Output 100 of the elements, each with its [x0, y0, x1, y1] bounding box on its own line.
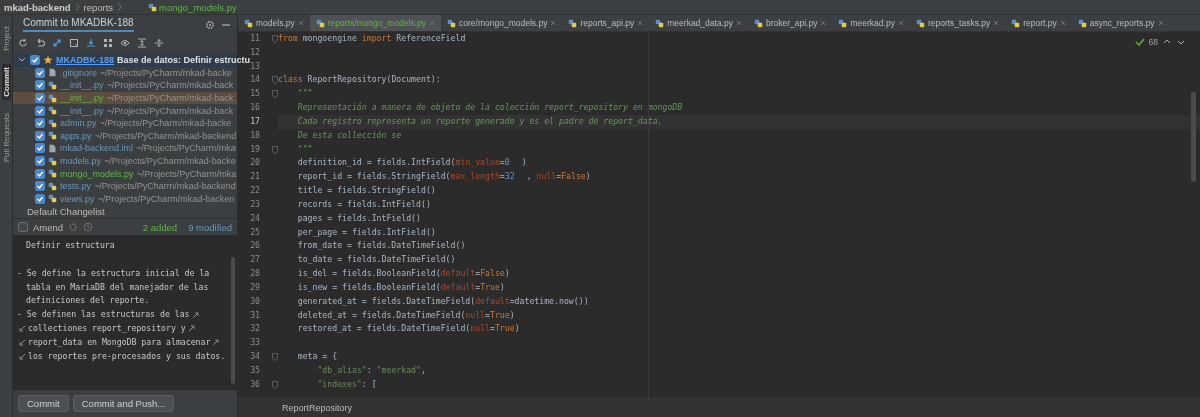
- editor-tab[interactable]: reports/mongo_models.py: [309, 15, 442, 31]
- breadcrumb-item[interactable]: mkad-backend: [4, 1, 71, 13]
- python-file-icon: [48, 181, 57, 191]
- line-number: 35: [249, 363, 261, 377]
- expand-all-icon[interactable]: [137, 38, 147, 48]
- breadcrumb-item[interactable]: reports: [83, 1, 114, 13]
- file-name: apps.py: [60, 130, 92, 141]
- changed-file-row[interactable]: mkad-backend.iml ~/Projects/PyCharm/mka: [13, 142, 237, 155]
- file-name: __init__.py: [60, 93, 104, 104]
- code-line: """: [296, 143, 313, 154]
- checkbox[interactable]: [35, 143, 45, 154]
- close-icon[interactable]: [993, 20, 1000, 26]
- fold-icon[interactable]: [272, 145, 278, 154]
- close-icon[interactable]: [1157, 20, 1164, 26]
- collapse-all-icon[interactable]: [154, 38, 164, 48]
- checkbox[interactable]: [35, 93, 45, 104]
- editor-tab[interactable]: broker_api.py: [747, 15, 833, 31]
- tool-window-tab[interactable]: Project: [1, 23, 11, 54]
- line-number: 34: [249, 350, 261, 364]
- check-icon[interactable]: [1134, 37, 1145, 47]
- message-line: Definir estructura: [26, 239, 115, 253]
- editor-tab[interactable]: reports_tasks.py: [909, 15, 1006, 31]
- file-icon: [48, 68, 57, 78]
- download-icon[interactable]: [86, 38, 96, 48]
- checkbox[interactable]: [35, 181, 45, 192]
- file-path: ~/Projects/PyCharm/mkad-back: [106, 80, 234, 91]
- chevron-right-icon: [74, 2, 80, 12]
- structure-breadcrumb[interactable]: ReportRepository: [282, 403, 353, 413]
- changed-file-row[interactable]: __init__.py ~/Projects/PyCharm/mkad-back: [13, 91, 237, 105]
- checkbox[interactable]: [35, 118, 45, 129]
- group-icon[interactable]: [103, 38, 113, 48]
- changed-file-row[interactable]: admin.py ~/Projects/PyCharm/mkad-backe: [13, 116, 237, 130]
- soft-wrap-icon: [19, 352, 26, 360]
- undo-icon[interactable]: [35, 38, 45, 48]
- settings-icon[interactable]: [68, 222, 79, 233]
- fold-icon[interactable]: [272, 76, 278, 85]
- eye-icon[interactable]: [120, 38, 130, 48]
- editor-tab[interactable]: report.py: [1005, 15, 1072, 31]
- editor-tab[interactable]: models.py: [238, 15, 310, 31]
- python-file-icon: [48, 194, 57, 204]
- close-icon[interactable]: [820, 20, 827, 26]
- fold-icon[interactable]: [272, 352, 278, 361]
- commit-button[interactable]: Commit and Push...: [72, 395, 175, 412]
- changed-file-row[interactable]: mongo_models.py ~/Projects/PyCharm/mka: [13, 167, 237, 180]
- checkbox[interactable]: [30, 55, 40, 66]
- checkbox[interactable]: [35, 80, 45, 91]
- changed-file-row[interactable]: views.py ~/Projects/PyCharm/mkad-backen: [13, 192, 237, 206]
- checkbox[interactable]: [35, 105, 45, 116]
- changed-file-row[interactable]: __init__.py ~/Projects/PyCharm/mkad-back: [13, 104, 237, 117]
- changed-file-row[interactable]: tests.py ~/Projects/PyCharm/mkad-backend: [13, 179, 237, 193]
- changed-file-row[interactable]: .gitignore ~/Projects/PyCharm/mkad-backe: [13, 66, 237, 80]
- line-number: 31: [249, 308, 261, 322]
- python-file-icon: [48, 156, 57, 166]
- python-file-icon: [915, 18, 925, 28]
- editor-tab[interactable]: meerkad.py: [832, 15, 910, 31]
- line-number: 33: [249, 336, 261, 350]
- refresh-icon[interactable]: [18, 38, 28, 48]
- tool-window-tab[interactable]: Commit: [1, 63, 11, 100]
- file-path: ~/Projects/PyCharm/mkad-backend: [94, 130, 237, 141]
- file-path: ~/Projects/PyCharm/mkad-backe: [104, 156, 236, 167]
- editor-tab[interactable]: reports_api.py: [562, 15, 650, 31]
- fold-icon[interactable]: [272, 90, 278, 99]
- changed-file-row[interactable]: apps.py ~/Projects/PyCharm/mkad-backend: [13, 129, 237, 143]
- code-line: generated_at = fields.DateTimeField(default=datetime.now()): [296, 295, 589, 306]
- history-icon[interactable]: [83, 222, 94, 233]
- scrollbar[interactable]: [1191, 92, 1196, 182]
- python-file-icon: [48, 81, 57, 90]
- editor-tab[interactable]: async_reports.py: [1071, 15, 1170, 31]
- checkbox[interactable]: [18, 222, 28, 233]
- close-icon[interactable]: [1059, 20, 1066, 26]
- breadcrumb-item[interactable]: mongo_models.py: [159, 1, 237, 13]
- line-number: 11: [249, 32, 261, 45]
- checkbox[interactable]: [35, 156, 45, 167]
- issue-link[interactable]: MKADBK-188: [56, 55, 114, 66]
- code-line: report_id = fields.StringField(max_length=32 , null=False): [296, 171, 591, 182]
- window-icon[interactable]: [69, 38, 79, 48]
- changed-file-row[interactable]: models.py ~/Projects/PyCharm/mkad-backe: [13, 154, 237, 168]
- code-line: meta = {: [296, 351, 338, 362]
- editor-tab[interactable]: meerkad_data.py: [649, 15, 748, 31]
- settings-icon[interactable]: [205, 19, 215, 30]
- close-icon[interactable]: [550, 20, 557, 26]
- scrollbar[interactable]: [231, 257, 235, 384]
- checkbox[interactable]: [35, 130, 45, 141]
- changed-file-row[interactable]: __init__.py ~/Projects/PyCharm/mkad-back: [13, 79, 237, 92]
- close-icon[interactable]: [897, 20, 904, 26]
- message-line: collectiones report_repository y: [28, 321, 186, 335]
- fold-icon[interactable]: [272, 34, 278, 43]
- close-icon[interactable]: [637, 20, 644, 26]
- editor-tab[interactable]: core/mongo_models.py: [441, 15, 563, 31]
- checkbox[interactable]: [35, 168, 45, 179]
- fold-icon[interactable]: [272, 380, 278, 389]
- checkbox[interactable]: [35, 193, 45, 204]
- commit-button[interactable]: Commit: [18, 395, 69, 412]
- line-number: 28: [249, 267, 261, 281]
- close-icon[interactable]: [297, 20, 304, 26]
- line-number: 25: [249, 225, 261, 239]
- tool-window-tab[interactable]: Pull Requests: [1, 109, 11, 166]
- close-icon[interactable]: [735, 20, 742, 26]
- changelist-title[interactable]: Default Changelist: [13, 205, 237, 219]
- checkbox[interactable]: [35, 67, 45, 78]
